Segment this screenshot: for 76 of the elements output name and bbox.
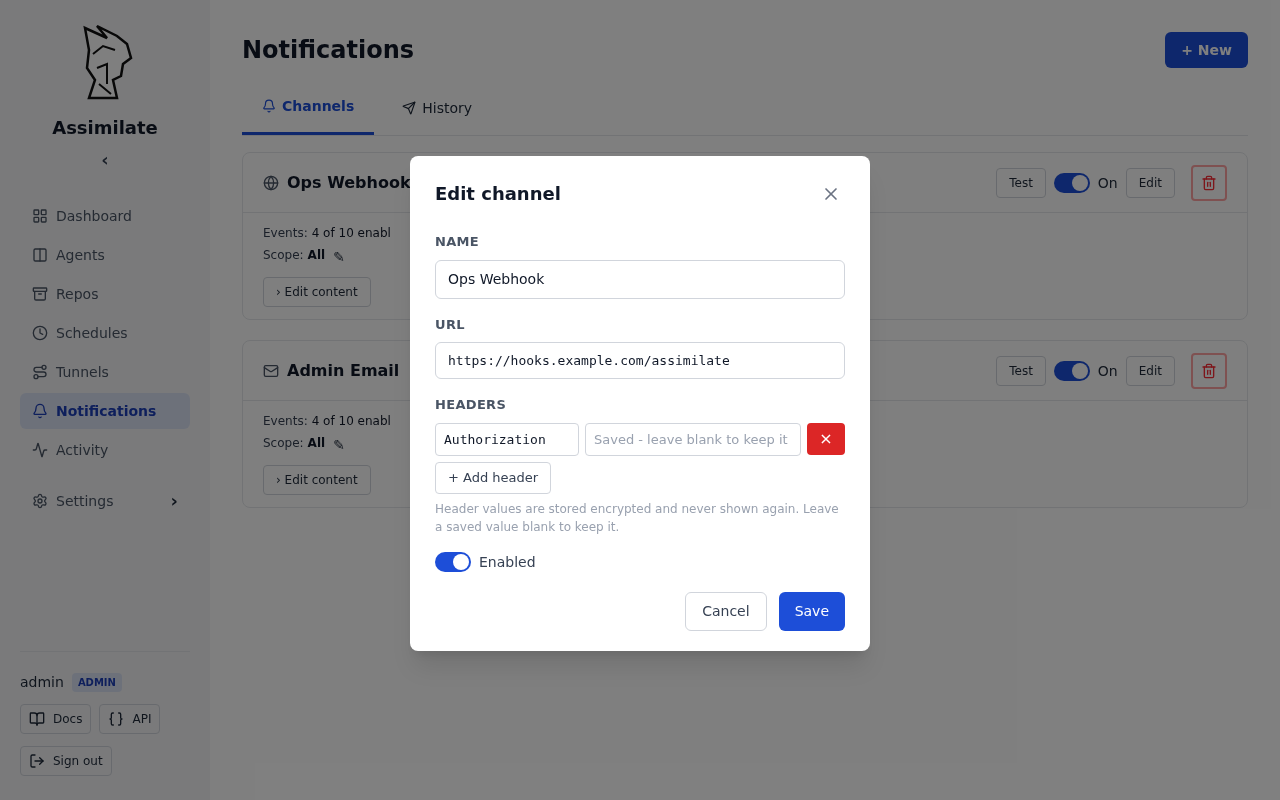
send-icon	[402, 100, 417, 115]
footer-link-button[interactable]: Docs	[20, 704, 92, 734]
enabled-label: Enabled	[479, 552, 536, 572]
url-field[interactable]: https://hooks.example.com/assimilate	[435, 342, 845, 379]
scope-value: All	[307, 247, 326, 264]
delete-button[interactable]	[1191, 164, 1227, 201]
toggle-label: On	[1097, 173, 1118, 193]
add-header-button[interactable]: + Add header	[435, 461, 552, 494]
nav-item[interactable]: Notifications	[20, 393, 190, 429]
toggle-label: On	[1097, 361, 1118, 381]
trash-icon	[1201, 362, 1217, 379]
route-icon	[32, 364, 48, 380]
nav-item[interactable]: Dashboard	[20, 198, 190, 234]
field-label: NAME	[435, 233, 481, 251]
role-badge: ADMIN	[71, 672, 122, 692]
sign-out-icon	[29, 753, 45, 769]
channel-name: Ops Webhook	[287, 171, 411, 194]
brand-name: Assimilate	[52, 116, 158, 140]
pencil-icon[interactable]: ✎	[333, 435, 345, 455]
field-label: URL	[435, 315, 466, 334]
edit-content-button[interactable]: › Edit content	[263, 465, 371, 495]
book-icon	[29, 711, 45, 727]
header-name-field[interactable]: Authorization	[435, 422, 579, 456]
user-name: admin	[20, 673, 64, 692]
events-value: 4 of 10 enabl	[311, 225, 391, 241]
events-value: 4 of 10 enabl	[311, 413, 391, 429]
mail-icon	[263, 362, 279, 379]
clock-icon	[32, 325, 48, 341]
nav-item[interactable]: Agents	[20, 237, 190, 273]
toggle-switch[interactable]	[1053, 360, 1090, 381]
pulse-icon	[32, 442, 48, 458]
scope-value: All	[307, 435, 326, 452]
scope-label: Scope:	[263, 435, 304, 452]
tab[interactable]: History	[382, 88, 493, 135]
chevron-icon: ›	[170, 487, 178, 515]
pencil-icon[interactable]: ✎	[333, 247, 345, 267]
bell-icon	[32, 403, 48, 419]
dialog-title: Edit channel	[435, 182, 561, 206]
field-label: HEADERS	[435, 396, 508, 414]
trash-icon	[1201, 174, 1217, 191]
gear-icon	[32, 493, 48, 509]
channel-name: Admin Email	[287, 359, 400, 382]
tab[interactable]: Channels	[242, 88, 375, 135]
panels-icon	[32, 247, 48, 263]
cancel-button[interactable]: Cancel	[685, 591, 767, 631]
new-button[interactable]: + New	[1165, 32, 1248, 68]
test-button[interactable]: Test	[996, 167, 1046, 198]
nav-item[interactable]: Repos	[20, 276, 190, 312]
bell-icon	[262, 99, 276, 113]
edit-button[interactable]: Edit	[1125, 167, 1175, 198]
footer-link-button[interactable]: API	[99, 704, 161, 734]
events-label: Events:	[263, 413, 308, 429]
nav-item[interactable]: Schedules	[20, 315, 190, 351]
scope-label: Scope:	[263, 247, 304, 264]
page-title: Notifications	[242, 35, 415, 66]
edit-button[interactable]: Edit	[1125, 355, 1175, 386]
header-value-field[interactable]: Saved - leave blank to keep it	[585, 422, 801, 456]
delete-button[interactable]	[1191, 352, 1227, 389]
remove-header-button[interactable]: ×	[807, 422, 845, 455]
braces-icon	[108, 711, 125, 727]
globe-icon	[263, 174, 279, 191]
test-button[interactable]: Test	[996, 355, 1046, 386]
events-label: Events:	[263, 225, 308, 241]
name-field[interactable]: Ops Webhook	[435, 259, 845, 299]
grid-icon	[32, 208, 48, 224]
save-button[interactable]: Save	[778, 591, 845, 631]
collapse-button[interactable]: ‹	[101, 146, 109, 174]
edit-content-button[interactable]: › Edit content	[263, 277, 371, 307]
box-icon	[32, 286, 48, 302]
hint-text: Header values are stored encrypted and never shown again. Leave a saved value blank to keep it.	[435, 500, 840, 536]
sign-out-button[interactable]: Sign out	[20, 746, 112, 776]
toggle-switch[interactable]	[1053, 172, 1090, 193]
nav-item[interactable]: Tunnels	[20, 354, 190, 390]
toggle-switch[interactable]	[435, 551, 471, 572]
nav-item[interactable]: Activity	[20, 432, 190, 468]
settings-nav-item[interactable]: Settings ›	[20, 483, 190, 519]
